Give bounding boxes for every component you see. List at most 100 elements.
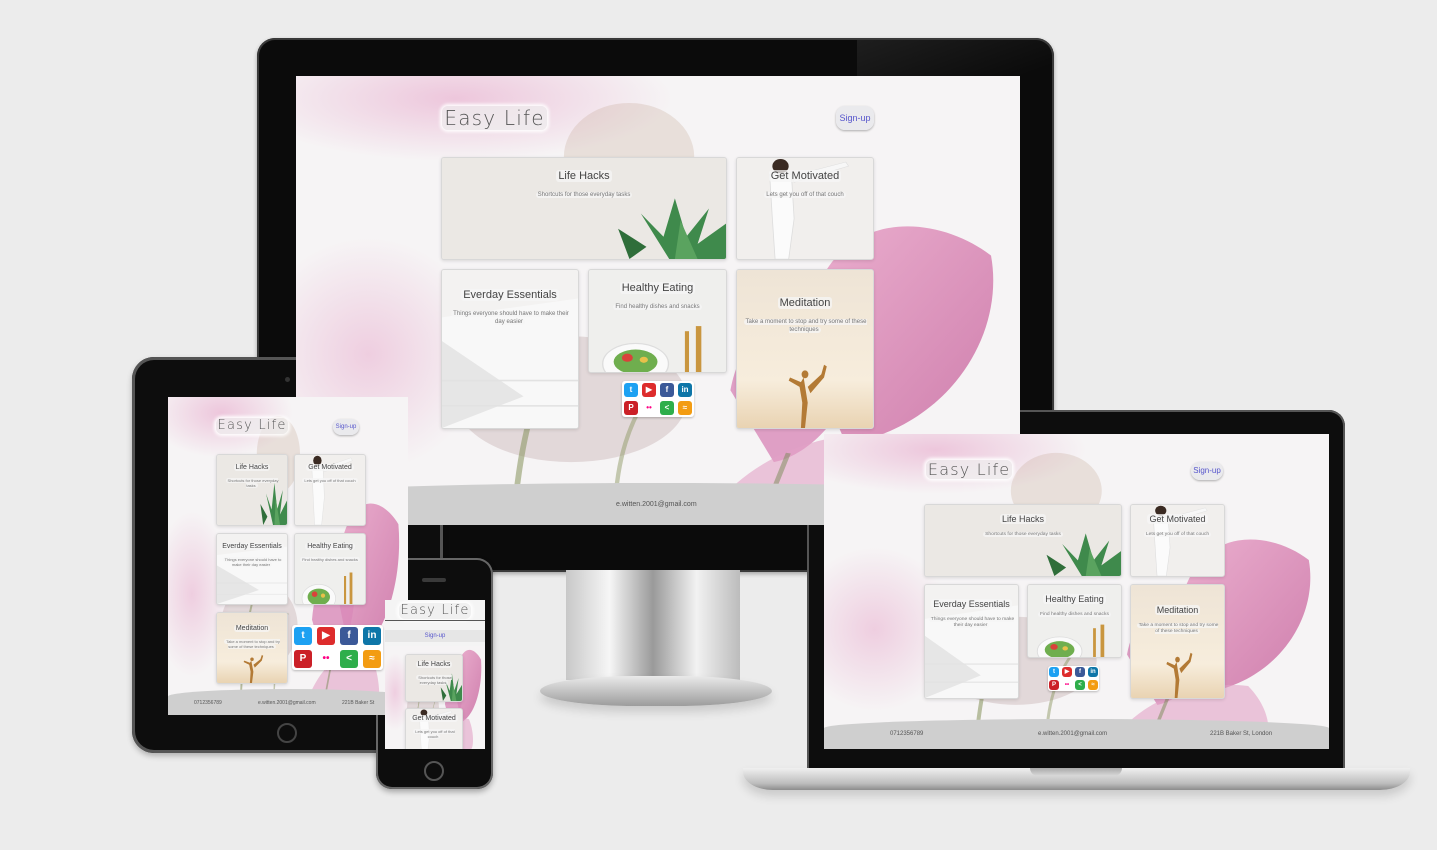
card-life-hacks[interactable]: Life Hacks Shortcuts for those everyday t… bbox=[405, 654, 463, 702]
card-title: Get Motivated bbox=[768, 170, 842, 182]
linkedin-icon[interactable]: in bbox=[363, 627, 381, 645]
rss-icon[interactable]: ≈ bbox=[363, 650, 381, 668]
card-title: Everday Essentials bbox=[931, 599, 1012, 609]
twitter-icon[interactable]: t bbox=[1049, 667, 1059, 677]
social-icons: t ▶ f in P •• < ≈ bbox=[292, 625, 383, 670]
card-title: Get Motivated bbox=[306, 464, 354, 471]
flickr-icon[interactable]: •• bbox=[1062, 680, 1072, 690]
footer: 0712356789 e.witten.2001@gmail.com 221B Ba… bbox=[168, 689, 408, 715]
site-title: Easy Life bbox=[442, 106, 548, 130]
monitor-stand bbox=[566, 570, 740, 680]
tablet-camera bbox=[285, 377, 290, 382]
facebook-icon[interactable]: f bbox=[660, 383, 674, 397]
pinterest-icon[interactable]: P bbox=[1049, 680, 1059, 690]
card-title: Life Hacks bbox=[415, 661, 453, 668]
card-get-motivated[interactable]: Get Motivated Lets get you off of that co… bbox=[405, 708, 463, 749]
phone-home-button[interactable] bbox=[424, 761, 444, 781]
share-icon[interactable]: < bbox=[660, 401, 674, 415]
youtube-icon[interactable]: ▶ bbox=[642, 383, 656, 397]
card-meditation[interactable]: Meditation Take a moment to stop and try … bbox=[736, 269, 874, 429]
card-meditation[interactable]: Meditation Take a moment to stop and try … bbox=[216, 612, 288, 684]
footer-address: 221B Baker St, London bbox=[1210, 731, 1273, 737]
meditation-image bbox=[737, 270, 873, 428]
card-healthy-eating[interactable]: Healthy Eating Find healthy dishes and sn… bbox=[588, 269, 727, 373]
social-icons: t ▶ f in P •• < ≈ bbox=[1048, 666, 1099, 691]
card-get-motivated[interactable]: Get Motivated Lets get you off of that co… bbox=[1130, 504, 1225, 577]
card-get-motivated[interactable]: Get Motivated Lets get you off of that co… bbox=[294, 454, 366, 526]
laptop-screen: Easy Life Sign-up Life Hacks Shortcuts for … bbox=[824, 434, 1329, 749]
card-subtitle: Lets get you off of that couch bbox=[413, 729, 455, 739]
card-subtitle: Take a moment to stop and try some of th… bbox=[224, 639, 280, 649]
facebook-icon[interactable]: f bbox=[340, 627, 358, 645]
twitter-icon[interactable]: t bbox=[294, 627, 312, 645]
phone-title-rule bbox=[385, 620, 485, 621]
rss-icon[interactable]: ≈ bbox=[678, 401, 692, 415]
card-meditation[interactable]: Meditation Take a moment to stop and try … bbox=[1130, 584, 1225, 699]
footer-address: 221B Baker St bbox=[342, 700, 375, 706]
share-icon[interactable]: < bbox=[340, 650, 358, 668]
card-title: Healthy Eating bbox=[305, 543, 355, 550]
signup-button[interactable]: Sign-up bbox=[1191, 462, 1223, 480]
card-subtitle: Find healthy dishes and snacks bbox=[300, 557, 360, 562]
signup-button[interactable]: Sign-up bbox=[836, 106, 874, 130]
site-title: Easy Life bbox=[399, 603, 472, 619]
tablet-screen: Easy Life Sign-up Life Hacks Shortcuts for … bbox=[168, 397, 408, 715]
tablet-home-button[interactable] bbox=[277, 723, 297, 743]
card-subtitle: Find healthy dishes and snacks bbox=[1038, 612, 1111, 617]
linkedin-icon[interactable]: in bbox=[678, 383, 692, 397]
card-life-hacks[interactable]: Life Hacks Shortcuts for those everyday t… bbox=[441, 157, 727, 260]
card-subtitle: Lets get you off of that couch bbox=[1143, 532, 1212, 537]
card-get-motivated[interactable]: Get Motivated Lets get you off of that co… bbox=[736, 157, 874, 260]
flickr-icon[interactable]: •• bbox=[642, 401, 656, 415]
card-healthy-eating[interactable]: Healthy Eating Find healthy dishes and sn… bbox=[294, 533, 366, 605]
card-title: Meditation bbox=[233, 625, 271, 632]
card-title: Life Hacks bbox=[556, 170, 612, 182]
card-title: Get Motivated bbox=[1147, 514, 1208, 524]
mockup-stage: Easy Life Sign-up Life Hacks Shortcuts for … bbox=[0, 0, 1437, 850]
card-title: Meditation bbox=[777, 297, 833, 309]
card-subtitle: Things everyone should have to make thei… bbox=[451, 311, 569, 325]
signup-button[interactable]: Sign-up bbox=[385, 630, 485, 642]
social-icons: t ▶ f in P •• < ≈ bbox=[622, 381, 694, 417]
twitter-icon[interactable]: t bbox=[624, 383, 638, 397]
pinterest-icon[interactable]: P bbox=[624, 401, 638, 415]
card-everday-essentials[interactable]: Everday Essentials Things everyone should… bbox=[924, 584, 1019, 699]
card-healthy-eating[interactable]: Healthy Eating Find healthy dishes and sn… bbox=[1027, 584, 1122, 658]
footer-email: e.witten.2001@gmail.com bbox=[258, 700, 316, 706]
card-title: Healthy Eating bbox=[619, 282, 696, 294]
flickr-icon[interactable]: •• bbox=[317, 650, 335, 668]
meditation-image bbox=[1131, 585, 1224, 698]
footer-phone: 0712356789 bbox=[890, 731, 924, 737]
monitor-stand-base bbox=[540, 676, 772, 706]
card-everday-essentials[interactable]: Everday Essentials Things everyone should… bbox=[441, 269, 579, 429]
youtube-icon[interactable]: ▶ bbox=[1062, 667, 1072, 677]
footer: 0712356789 e.witten.2001@gmail.com 221B Ba… bbox=[824, 719, 1329, 749]
card-subtitle: Take a moment to stop and try some of th… bbox=[743, 319, 867, 333]
footer-email: e.witten.2001@gmail.com bbox=[616, 501, 697, 508]
laptop-notch bbox=[1030, 768, 1122, 776]
share-icon[interactable]: < bbox=[1075, 680, 1085, 690]
linkedin-icon[interactable]: in bbox=[1088, 667, 1098, 677]
youtube-icon[interactable]: ▶ bbox=[317, 627, 335, 645]
card-subtitle: Shortcuts for those everyday tasks bbox=[416, 675, 452, 685]
card-life-hacks[interactable]: Life Hacks Shortcuts for those everyday t… bbox=[216, 454, 288, 526]
card-subtitle: Shortcuts for those everyday tasks bbox=[535, 192, 633, 198]
card-title: Everday Essentials bbox=[220, 543, 284, 550]
phone-speaker bbox=[422, 578, 446, 582]
pinterest-icon[interactable]: P bbox=[294, 650, 312, 668]
card-title: Get Motivated bbox=[410, 715, 458, 722]
card-life-hacks[interactable]: Life Hacks Shortcuts for those everyday t… bbox=[924, 504, 1122, 577]
rss-icon[interactable]: ≈ bbox=[1088, 680, 1098, 690]
card-subtitle: Lets get you off of that couch bbox=[764, 192, 846, 198]
facebook-icon[interactable]: f bbox=[1075, 667, 1085, 677]
footer-phone: 0712356789 bbox=[194, 700, 222, 706]
site-title: Easy Life bbox=[926, 459, 1013, 480]
card-subtitle: Lets get you off of that couch bbox=[302, 478, 358, 483]
card-title: Meditation bbox=[1154, 605, 1201, 615]
phone-screen: Easy Life Sign-up Life Hacks Shortcuts for … bbox=[385, 600, 485, 749]
card-subtitle: Take a moment to stop and try some of th… bbox=[1136, 623, 1219, 635]
signup-button[interactable]: Sign-up bbox=[333, 419, 359, 435]
card-subtitle: Things everyone should have to make thei… bbox=[222, 557, 282, 567]
card-everday-essentials[interactable]: Everday Essentials Things everyone should… bbox=[216, 533, 288, 605]
footer-email: e.witten.2001@gmail.com bbox=[1038, 731, 1108, 737]
